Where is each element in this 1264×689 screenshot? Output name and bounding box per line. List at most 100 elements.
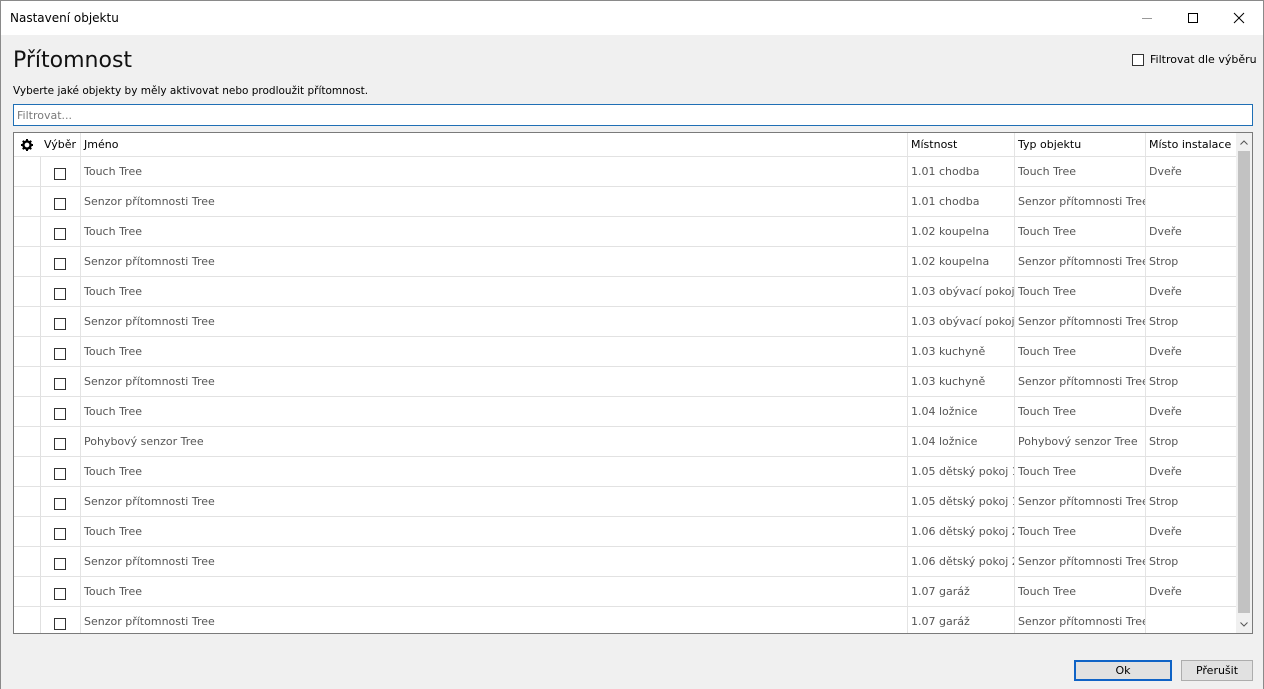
checkbox-box[interactable] — [1132, 53, 1144, 66]
cell-room: 1.01 chodba — [908, 157, 1015, 186]
cell-name: Touch Tree — [81, 517, 908, 546]
cell-room: 1.01 chodba — [908, 187, 1015, 216]
cell-name: Senzor přítomnosti Tree — [81, 547, 908, 576]
row-select-checkbox[interactable] — [54, 348, 66, 360]
objects-table: ^ Výběr Jméno Místnost Typ objektu Místo… — [13, 132, 1253, 634]
cell-place: Strop — [1149, 255, 1179, 268]
cell-type: Senzor přítomnosti Tree — [1015, 247, 1146, 276]
row-select-checkbox[interactable] — [54, 228, 66, 240]
cell-type: Touch Tree — [1015, 217, 1146, 246]
table-row[interactable]: Senzor přítomnosti Tree 1.03 obývací poko… — [14, 306, 1236, 336]
row-select-checkbox[interactable] — [54, 528, 66, 540]
table-row[interactable]: Touch Tree 1.03 obývací pokoj Touch Tree Dv… — [14, 276, 1236, 306]
row-select-checkbox[interactable] — [54, 168, 66, 180]
table-row[interactable]: Senzor přítomnosti Tree 1.05 dětský pokoj… — [14, 486, 1236, 516]
close-button[interactable] — [1216, 1, 1262, 35]
row-select-checkbox[interactable] — [54, 408, 66, 420]
cell-room: 1.07 garáž — [908, 607, 1015, 633]
scrollbar-thumb[interactable] — [1238, 151, 1250, 613]
cell-name: Touch Tree — [81, 457, 908, 486]
cell-name: Touch Tree — [81, 337, 908, 366]
cell-place: Strop — [1149, 435, 1179, 448]
cell-type: Senzor přítomnosti Tree — [1015, 487, 1146, 516]
table-row[interactable]: Touch Tree 1.03 kuchyně Touch Tree Dveře — [14, 336, 1236, 366]
column-settings-button[interactable] — [14, 133, 40, 156]
row-select-checkbox[interactable] — [54, 318, 66, 330]
scroll-down-button[interactable] — [1236, 616, 1252, 632]
table-row[interactable]: Touch Tree 1.07 garáž Touch Tree Dveře — [14, 576, 1236, 606]
table-row[interactable]: Senzor přítomnosti Tree 1.06 dětský pokoj… — [14, 546, 1236, 576]
cancel-button[interactable]: Přerušit — [1181, 660, 1253, 681]
table-row[interactable]: Touch Tree 1.04 ložnice Touch Tree Dveře — [14, 396, 1236, 426]
row-select-checkbox[interactable] — [54, 498, 66, 510]
row-select-checkbox[interactable] — [54, 588, 66, 600]
cell-name: Senzor přítomnosti Tree — [81, 247, 908, 276]
vertical-scrollbar[interactable] — [1236, 133, 1252, 633]
maximize-icon — [1188, 13, 1198, 23]
cell-place: Dveře — [1149, 165, 1182, 178]
table-row[interactable]: Senzor přítomnosti Tree 1.01 chodba Senzor… — [14, 186, 1236, 216]
table-header: ^ Výběr Jméno Místnost Typ objektu Místo… — [14, 133, 1236, 156]
cell-name: Touch Tree — [81, 397, 908, 426]
cell-place — [1146, 607, 1236, 633]
close-icon — [1233, 12, 1245, 24]
cell-place: Strop — [1149, 375, 1179, 388]
table-row[interactable]: Senzor přítomnosti Tree 1.02 koupelna Senz… — [14, 246, 1236, 276]
cell-type: Senzor přítomnosti Tree — [1015, 307, 1146, 336]
filter-by-selection-label: Filtrovat dle výběru — [1150, 53, 1257, 66]
ok-button[interactable]: Ok — [1074, 660, 1172, 681]
row-select-checkbox[interactable] — [54, 438, 66, 450]
column-header-room[interactable]: Místnost — [908, 133, 1015, 156]
cell-room: 1.05 dětský pokoj 1 — [908, 457, 1015, 486]
cell-name: Senzor přítomnosti Tree — [81, 307, 908, 336]
maximize-button[interactable] — [1170, 1, 1216, 35]
row-select-checkbox[interactable] — [54, 468, 66, 480]
cell-type: Touch Tree — [1015, 157, 1146, 186]
row-select-checkbox[interactable] — [54, 198, 66, 210]
cell-room: 1.02 koupelna — [908, 217, 1015, 246]
cell-room: 1.03 obývací pokoj — [908, 307, 1015, 336]
table-row[interactable]: Senzor přítomnosti Tree 1.03 kuchyně Senzo… — [14, 366, 1236, 396]
cell-place: Dveře — [1149, 525, 1182, 538]
minimize-button[interactable] — [1124, 1, 1170, 35]
cell-name: Senzor přítomnosti Tree — [81, 607, 908, 633]
scroll-up-button[interactable] — [1236, 134, 1252, 150]
column-header-name[interactable]: Jméno — [81, 133, 908, 156]
title-bar: Nastavení objektu — [1, 1, 1263, 35]
cell-room: 1.06 dětský pokoj 2 — [908, 517, 1015, 546]
filter-input[interactable] — [13, 104, 1253, 126]
row-select-checkbox[interactable] — [54, 258, 66, 270]
dialog-window: Nastavení objektu Přítomnost Vyberte jak… — [0, 0, 1264, 689]
cell-name: Pohybový senzor Tree — [81, 427, 908, 456]
row-select-checkbox[interactable] — [54, 618, 66, 630]
table-row[interactable]: Touch Tree 1.05 dětský pokoj 1 Touch Tree D… — [14, 456, 1236, 486]
cell-type: Pohybový senzor Tree — [1015, 427, 1146, 456]
page-subtitle: Vyberte jaké objekty by měly aktivovat n… — [13, 85, 369, 97]
cell-room: 1.02 koupelna — [908, 247, 1015, 276]
cell-room: 1.07 garáž — [908, 577, 1015, 606]
cell-name: Touch Tree — [81, 577, 908, 606]
table-row[interactable]: Touch Tree 1.02 koupelna Touch Tree Dveře — [14, 216, 1236, 246]
column-header-place[interactable]: Místo instalace — [1146, 133, 1236, 156]
column-header-select-label: Výběr — [44, 138, 77, 151]
table-row[interactable]: Senzor přítomnosti Tree 1.07 garáž Senzor … — [14, 606, 1236, 633]
table-row[interactable]: Touch Tree 1.01 chodba Touch Tree Dveře — [14, 156, 1236, 186]
minimize-icon — [1142, 17, 1152, 19]
filter-by-selection-checkbox[interactable]: Filtrovat dle výběru — [1132, 53, 1257, 66]
cell-place: Dveře — [1149, 345, 1182, 358]
cell-type: Senzor přítomnosti Tree — [1015, 367, 1146, 396]
cell-place: Dveře — [1149, 585, 1182, 598]
cell-place: Dveře — [1149, 285, 1182, 298]
column-header-type[interactable]: Typ objektu — [1015, 133, 1146, 156]
row-select-checkbox[interactable] — [54, 558, 66, 570]
column-header-select[interactable]: ^ Výběr — [41, 133, 81, 156]
cell-place: Strop — [1149, 315, 1179, 328]
row-select-checkbox[interactable] — [54, 288, 66, 300]
table-row[interactable]: Pohybový senzor Tree 1.04 ložnice Pohybový… — [14, 426, 1236, 456]
cell-place: Strop — [1149, 555, 1179, 568]
row-select-checkbox[interactable] — [54, 378, 66, 390]
cell-room: 1.05 dětský pokoj 1 — [908, 487, 1015, 516]
cell-type: Touch Tree — [1015, 517, 1146, 546]
table-row[interactable]: Touch Tree 1.06 dětský pokoj 2 Touch Tree D… — [14, 516, 1236, 546]
chevron-up-icon — [1240, 139, 1248, 145]
